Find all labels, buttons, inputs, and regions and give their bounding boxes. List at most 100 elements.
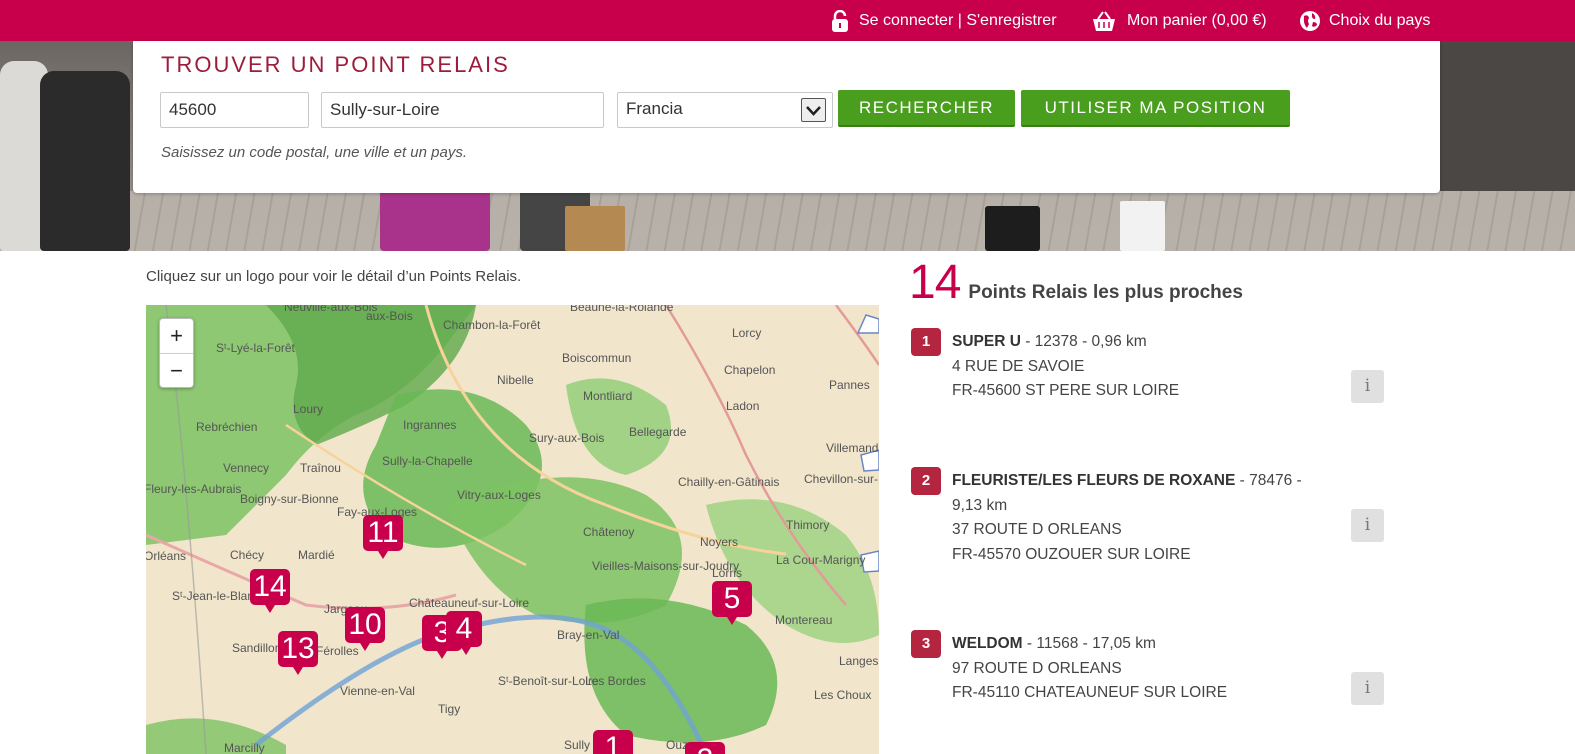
postcode-input[interactable] (160, 92, 309, 128)
place-label: Lorcy (732, 326, 762, 340)
map-marker[interactable]: 13 (278, 631, 318, 675)
place-label: Marcilly (224, 741, 265, 754)
chevron-down-icon (801, 98, 826, 122)
country-select[interactable]: Francia (617, 92, 833, 128)
map-caption: Cliquez sur un logo pour voir le détail … (146, 268, 522, 285)
info-icon[interactable]: i (1351, 672, 1384, 705)
result-name: FLEURISTE/LES FLEURS DE ROXANE (952, 472, 1236, 489)
info-icon[interactable]: i (1351, 509, 1384, 542)
place-label: Sully-la-Chapelle (382, 454, 473, 468)
place-label: Loury (293, 402, 324, 416)
result-number: 2 (911, 467, 941, 495)
place-label: Sury-aux-Bois (529, 431, 605, 445)
place-label: Chevillon-sur-Huillard (804, 472, 879, 486)
place-label: Beaune-la-Rolande (570, 305, 674, 314)
zoom-out-button[interactable]: − (160, 353, 193, 387)
place-label: Nibelle (497, 373, 534, 387)
result-number: 1 (911, 328, 941, 356)
place-label: Tigy (438, 702, 461, 716)
result-name: SUPER U (952, 333, 1021, 350)
results-title: Points Relais les plus proches (968, 282, 1243, 303)
place-label: Thimory (786, 518, 830, 532)
map-marker[interactable]: 11 (363, 515, 403, 559)
result-detail: - 12378 - 0,96 km (1020, 333, 1147, 350)
place-label: Boigny-sur-Bionne (240, 492, 339, 506)
place-label: Sᵗ-Benoît-sur-Loire (498, 674, 599, 688)
cart-text: Mon panier (0,00 €) (1127, 12, 1267, 29)
globe-icon (1300, 10, 1320, 32)
search-title: TROUVER UN POINT RELAIS (161, 52, 510, 77)
result-item[interactable]: 2 FLEURISTE/LES FLEURS DE ROXANE - 78476… (911, 467, 1391, 567)
search-button[interactable]: RECHERCHER (838, 90, 1015, 127)
place-label: Lorris (712, 566, 743, 580)
result-address: 97 ROUTE D ORLEANS (952, 659, 1122, 677)
place-label: La Cour-Marigny (776, 553, 866, 567)
result-city: FR-45110 CHATEAUNEUF SUR LOIRE (952, 684, 1228, 701)
result-item[interactable]: 1 SUPER U - 12378 - 0,96 km 4 RUE DE SAV… (911, 328, 1391, 408)
country-select-value: Francia (626, 99, 683, 118)
place-label: Boiscommun (562, 351, 632, 365)
result-city: FR-45570 OUZOUER SUR LOIRE (952, 545, 1191, 563)
result-item[interactable]: 3 WELDOM - 11568 - 17,05 km 97 ROUTE D O… (911, 630, 1391, 710)
place-label: Châtenoy (583, 525, 635, 539)
place-label: Ingrannes (403, 418, 457, 432)
country-text: Choix du pays (1329, 12, 1431, 29)
map-zoom-control: + − (159, 318, 194, 388)
place-label: Chapelon (724, 363, 776, 377)
result-detail: - 11568 - 17,05 km (1022, 635, 1156, 652)
map[interactable]: Neuville-aux-Bois aux-Bois Beaune-la-Rol… (146, 305, 879, 754)
place-label: Ladon (726, 399, 760, 413)
login-link[interactable]: Se connecter | S'enregistrer (830, 9, 1057, 32)
place-label: Montereau (775, 613, 833, 627)
place-label: Sandillon (232, 641, 282, 655)
place-label: Bellegarde (629, 425, 687, 439)
place-label: Vitry-aux-Loges (457, 488, 541, 502)
place-label: Vienne-en-Val (340, 684, 415, 698)
cart-link[interactable]: Mon panier (0,00 €) (1090, 10, 1267, 32)
place-label: Sᵗ-Lyé-la-Forêt (216, 341, 295, 355)
place-label: Fleury-les-Aubrais (146, 482, 242, 496)
result-number: 3 (911, 630, 941, 658)
place-label: Mardié (298, 548, 335, 562)
result-city: FR-45600 ST PERE SUR LOIRE (952, 382, 1180, 399)
place-label: Chécy (230, 548, 265, 562)
place-label: Neuville-aux-Bois (284, 305, 378, 314)
place-label: Orléans (146, 549, 187, 563)
basket-icon (1090, 10, 1118, 32)
map-marker[interactable]: 2 (685, 742, 725, 754)
place-label: Chailly-en-Gâtinais (678, 475, 780, 489)
map-marker[interactable]: 5 (712, 581, 752, 625)
place-label: Vennecy (223, 461, 270, 475)
place-label: Châteauneuf-sur-Loire (409, 596, 530, 610)
result-name: WELDOM (952, 635, 1023, 652)
map-marker[interactable]: 4 (446, 611, 482, 655)
place-label: Férolles (316, 644, 359, 658)
place-label: Chambon-la-Forêt (443, 318, 541, 332)
zoom-in-button[interactable]: + (160, 319, 193, 353)
search-panel: TROUVER UN POINT RELAIS Francia RECHERCH… (133, 41, 1440, 193)
map-marker[interactable]: 10 (345, 607, 385, 651)
top-bar: Se connecter | S'enregistrer Mon panier … (0, 0, 1575, 41)
place-label: Traînou (300, 461, 341, 475)
results-count: 14 (909, 256, 961, 309)
city-input[interactable] (321, 92, 604, 128)
info-icon[interactable]: i (1351, 370, 1384, 403)
lock-icon (830, 9, 850, 32)
place-label: Noyers (700, 535, 739, 549)
place-label: Rebréchien (196, 420, 258, 434)
result-address: 37 ROUTE D ORLEANS (952, 521, 1122, 538)
place-label: aux-Bois (366, 309, 413, 323)
country-link[interactable]: Choix du pays (1300, 10, 1430, 32)
place-label: Villemandeur (826, 441, 879, 455)
place-label: Les Choux (814, 688, 872, 702)
place-label: Les Bordes (585, 674, 646, 688)
search-hint: Saisissez un code postal, une ville et u… (161, 144, 468, 161)
map-marker[interactable]: 14 (250, 569, 290, 613)
use-position-button[interactable]: UTILISER MA POSITION (1021, 90, 1290, 127)
map-marker[interactable]: 1 (593, 730, 633, 754)
place-label: Pannes (829, 378, 870, 392)
place-label: Montliard (583, 389, 633, 403)
place-label: Langesse (839, 654, 879, 668)
place-label: Sᵗ-Jean-le-Blanc (172, 589, 261, 603)
place-label: Sully (564, 738, 591, 752)
